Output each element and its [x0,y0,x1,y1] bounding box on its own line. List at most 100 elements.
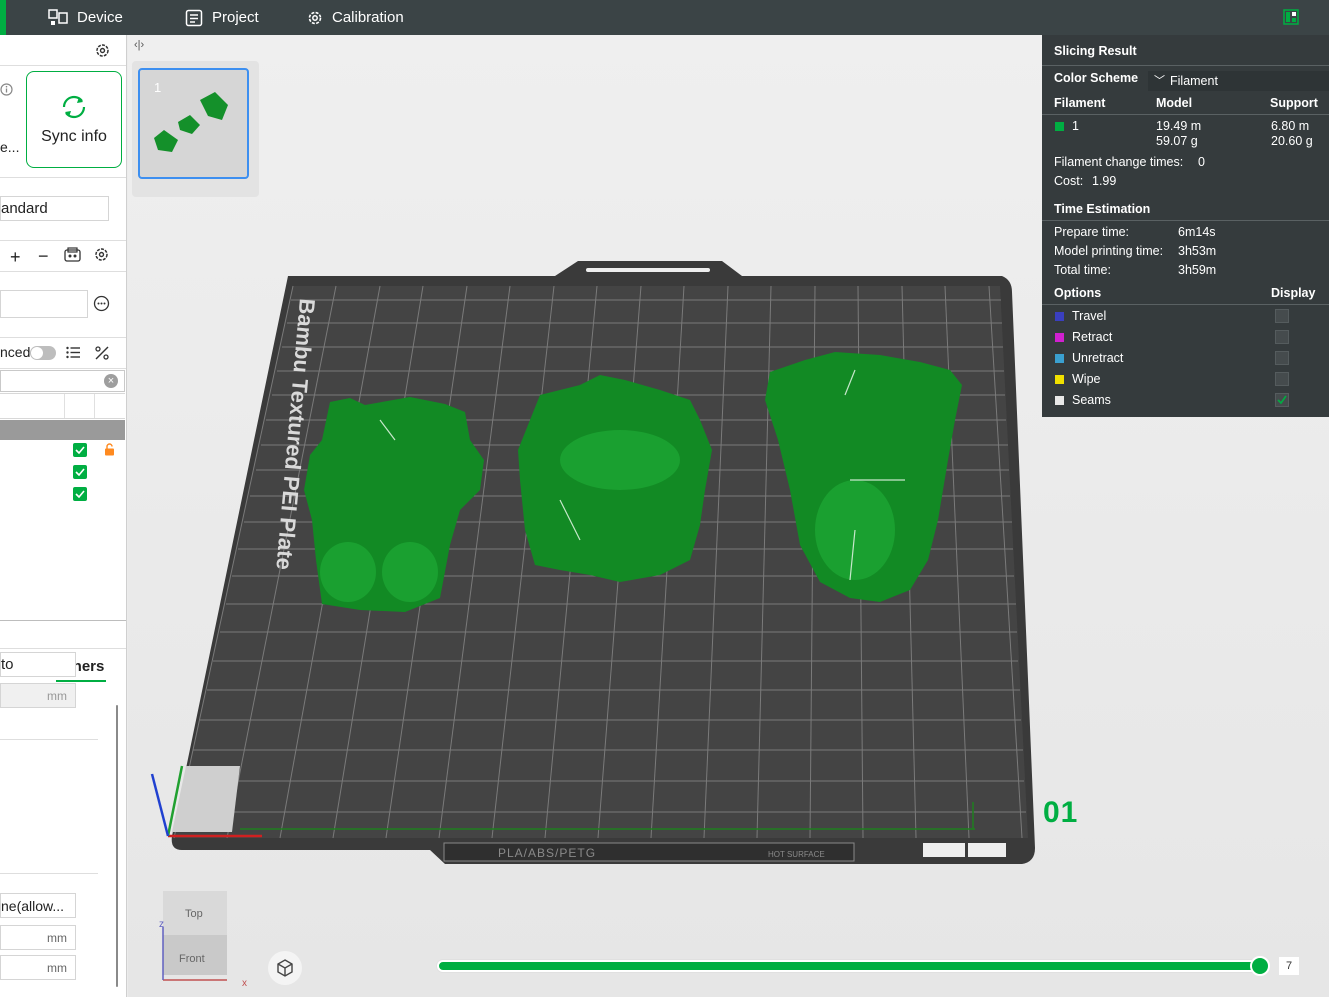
model-weight: 59.07 g [1156,134,1198,148]
divider [0,271,126,272]
add-filament-button[interactable]: + [10,247,21,268]
display-title: Display [1271,286,1316,300]
sync-icon [62,95,86,118]
cost-value: 1.99 [1092,174,1117,188]
plate-type-field[interactable]: andard [0,196,109,221]
printer-settings-button[interactable] [94,42,111,62]
filament-settings-button[interactable] [93,246,110,266]
sync-info-button[interactable]: Sync info [26,71,122,168]
color-scheme-dropdown[interactable]: ﹀ Filament [1148,71,1329,91]
seams-color-swatch [1055,396,1064,405]
lock-icon[interactable] [104,443,115,459]
info-icon[interactable] [0,83,13,99]
mm-field[interactable]: mm [0,925,76,950]
bed-footer-label: PLA/ABS/PETG [498,846,596,860]
device-icon [48,8,68,25]
option-retract-label: Retract [1072,330,1113,344]
layer-slider-value: 7 [1279,957,1299,975]
list-view-button[interactable] [66,346,81,362]
auto-field[interactable]: to [0,652,76,677]
reset-view-button[interactable] [268,951,302,985]
unit-label: mm [47,930,67,945]
gear-icon [96,44,109,57]
time-estimation-title: Time Estimation [1054,202,1151,216]
divider [0,873,98,874]
divider [0,65,126,66]
tab-calibration[interactable]: Calibration [307,0,404,35]
bed-tab [923,843,965,857]
object-list-selected-row[interactable] [0,420,125,440]
mm-field[interactable]: mm [0,683,76,708]
allow-field[interactable]: ne(allow... [0,893,76,918]
support-length: 6.80 m [1271,119,1310,133]
option-travel-label: Travel [1072,309,1107,323]
project-icon [185,9,203,26]
more-options-button[interactable] [93,295,110,315]
support-weight: 20.60 g [1271,134,1313,148]
object-checkbox[interactable] [73,443,87,457]
prepare-time-value: 6m14s [1178,225,1216,239]
filament-id: 1 [1072,119,1079,133]
divider [0,240,126,241]
sidebar-scrollbar[interactable] [116,705,118,987]
divider [0,337,126,338]
hot-surface-label: HOT SURFACE [768,850,825,859]
color-scheme-value: Filament [1170,74,1218,88]
layer-slider-track[interactable] [437,960,1265,972]
unretract-color-swatch [1055,354,1064,363]
active-tab-indicator [56,680,106,682]
object-list-header [0,393,125,419]
z-axis [150,773,170,837]
option-unretract-label: Unretract [1072,351,1124,365]
logo-edge [0,0,6,35]
divider [0,739,98,740]
excluded-region [172,766,240,832]
advanced-toggle[interactable] [30,346,56,360]
option-retract-checkbox[interactable] [1275,330,1289,344]
compare-button[interactable] [94,345,110,364]
process-preset-field[interactable] [0,290,88,318]
chevron-down-icon: ﹀ [1154,75,1165,87]
layer-slider-thumb[interactable] [1250,956,1270,976]
plate-type-value: andard [1,200,48,217]
model-length: 19.49 m [1156,119,1202,133]
total-time-value: 3h59m [1178,263,1217,277]
tab-project[interactable]: Project [185,0,259,35]
options-title: Options [1054,286,1102,300]
divider [0,620,126,621]
tab-device[interactable]: Device [48,0,123,35]
allow-field-value: ne(allow... [1,897,65,914]
object-checkbox[interactable] [73,465,87,479]
tab-calibration-label: Calibration [332,9,404,26]
option-wipe-checkbox[interactable] [1275,372,1289,386]
option-seams-checkbox[interactable] [1275,393,1289,407]
divider [0,177,126,178]
view-cube[interactable]: Top Front x z [159,891,247,989]
layout-toggle-button[interactable] [1283,9,1299,28]
clear-search-icon[interactable]: × [104,374,118,388]
plate-number-label: 01 [1043,796,1079,829]
bed-handle [586,268,710,272]
percent-icon [95,346,109,360]
total-time-label: Total time: [1054,263,1111,277]
option-seams-label: Seams [1072,393,1111,407]
view-cube-top-label: Top [185,908,203,920]
option-travel-checkbox[interactable] [1275,309,1289,323]
divider [1042,304,1329,305]
view-cube-x-label: x [242,978,247,989]
mm-field[interactable]: mm [0,955,76,980]
gear-icon [95,248,108,261]
remove-filament-button[interactable]: − [38,246,49,267]
top-menu-bar: Device Project Calibration [0,0,1329,35]
travel-color-swatch [1055,312,1064,321]
advanced-label: nced [0,344,31,360]
filament-change-label: Filament change times: [1054,155,1184,169]
sync-info-label: Sync info [41,127,107,145]
left-sidebar: e... Sync info andard + − nced × Others … [0,35,127,997]
option-unretract-checkbox[interactable] [1275,351,1289,365]
support-column-header: Support [1270,96,1318,110]
view-cube-z-label: z [159,919,164,930]
filament-sync-button[interactable] [64,247,81,265]
filament-change-value: 0 [1198,155,1205,169]
object-checkbox[interactable] [73,487,87,501]
